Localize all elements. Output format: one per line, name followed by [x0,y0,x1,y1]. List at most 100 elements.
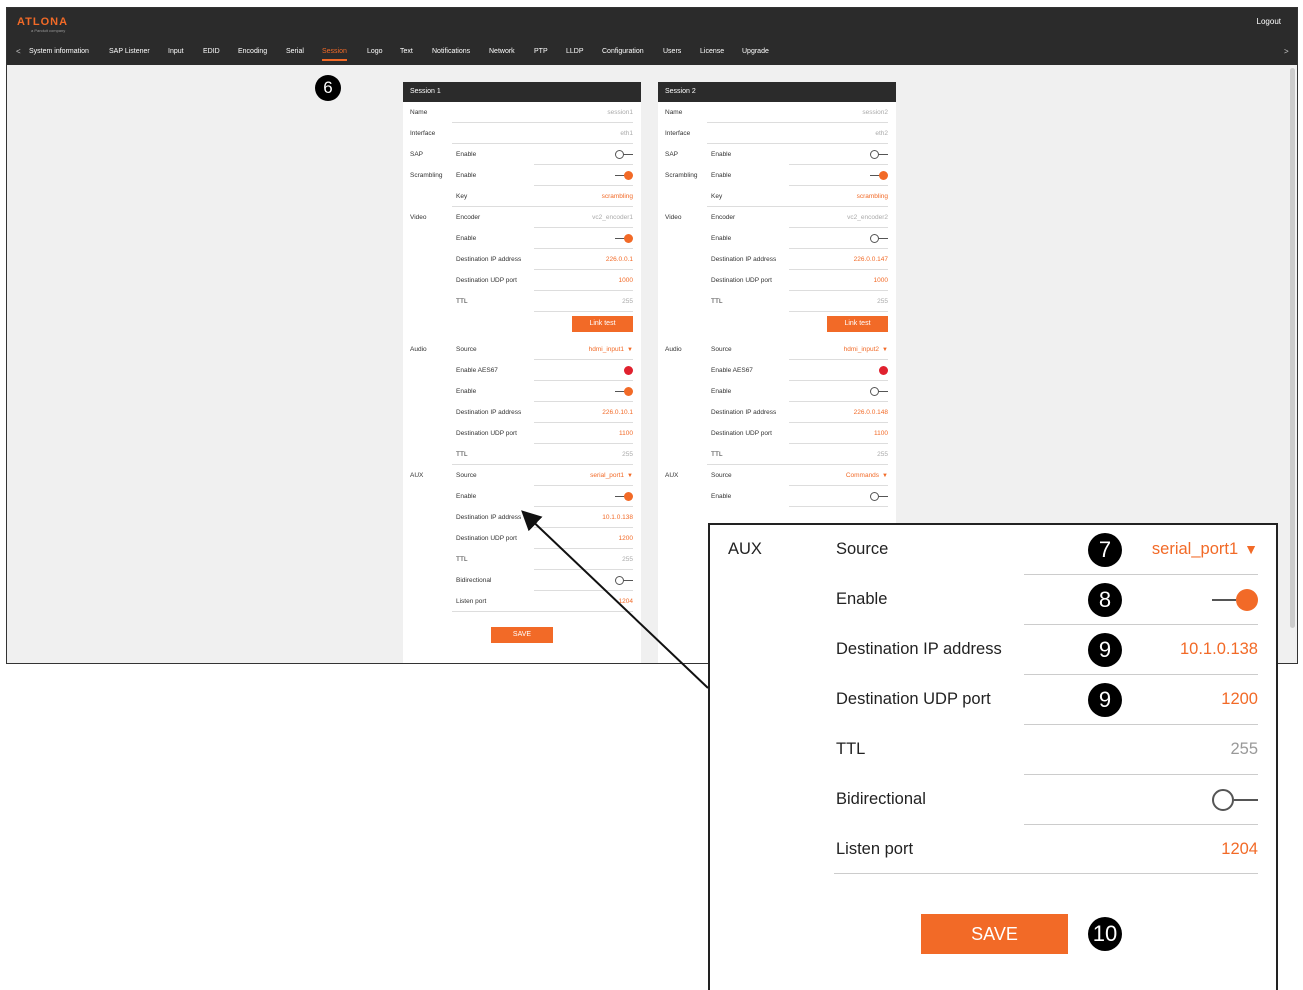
scrollbar[interactable] [1290,68,1295,628]
s2-audio-source-dropdown[interactable]: hdmi_input2 ▼ [844,346,888,353]
zoom-enable-toggle[interactable] [1212,589,1258,611]
video-label: Video [665,214,682,221]
s1-aux-ip-value[interactable]: 10.1.0.138 [602,514,633,521]
zoom-ttl-value[interactable]: 255 [1230,740,1258,759]
zoom-source-dropdown[interactable]: serial_port1 ▼ [1152,540,1258,559]
s2-encoder-value[interactable]: vc2_encoder2 [847,214,888,221]
tab-system-information[interactable]: System information [29,48,89,55]
tab-ptp[interactable]: PTP [534,48,548,55]
tab-session[interactable]: Session [322,48,347,61]
s2-audio-udp-value[interactable]: 1100 [874,430,888,437]
s2-audio-ttl-value[interactable]: 255 [877,451,888,458]
s2-interface-value[interactable]: eth2 [875,130,888,137]
encoder-label: Encoder [456,214,481,221]
s1-video-udp-value[interactable]: 1000 [619,277,633,284]
callout-10: 10 [1088,917,1122,951]
tab-users[interactable]: Users [663,48,681,55]
atlona-logo: ATLONA a Panduit company [17,16,68,33]
s1-audio-ip-value[interactable]: 226.0.10.1 [602,409,633,416]
s2-name-value[interactable]: session2 [862,109,888,116]
aux-ip-label: Destination IP address [456,514,522,521]
zoom-bidirectional-toggle[interactable] [1212,789,1258,811]
zoom-ip-value[interactable]: 10.1.0.138 [1180,640,1258,659]
s1-audio-ttl-value[interactable]: 255 [622,451,633,458]
s1-bidirectional-toggle[interactable] [615,576,633,585]
nav-prev-arrow[interactable]: < [16,47,21,56]
s2-scrambling-toggle[interactable] [870,171,888,180]
s2-video-toggle[interactable] [870,234,888,243]
s1-sap-toggle[interactable] [615,150,633,159]
main-nav: < System information SAP Listener Input … [7,45,1297,65]
interface-label: Interface [410,130,436,137]
tab-sap-listener[interactable]: SAP Listener [109,48,150,55]
s2-audio-toggle[interactable] [870,387,888,396]
s1-aux-source-dropdown[interactable]: serial_port1 ▼ [590,472,633,479]
s1-listen-value[interactable]: 1204 [619,598,633,605]
s2-video-ttl-value[interactable]: 255 [877,298,888,305]
s1-link-test-button[interactable]: Link test [572,316,633,332]
scrambling-enable-label: Enable [456,172,477,179]
tab-logo[interactable]: Logo [367,48,383,55]
tab-license[interactable]: License [700,48,724,55]
logout-link[interactable]: Logout [1257,17,1281,26]
aux-source-label: Source [711,472,732,479]
tab-serial[interactable]: Serial [286,48,304,55]
tab-text[interactable]: Text [400,48,413,55]
s1-name-value[interactable]: session1 [607,109,633,116]
aux-udp-label: Destination UDP port [456,535,517,542]
s1-video-ttl-row: TTL 255 [403,291,641,312]
s1-aes67-row: Enable AES67 [403,360,641,381]
tab-notifications[interactable]: Notifications [432,48,470,55]
s1-aes67-indicator[interactable] [624,366,633,375]
zoom-enable-row: Enable 8 [710,575,1276,625]
s2-link-test-button[interactable]: Link test [827,316,888,332]
zoom-listen-label: Listen port [836,840,914,858]
zoom-udp-row: Destination UDP port 9 1200 [710,675,1276,725]
s2-key-value[interactable]: scrambling [857,193,888,200]
s1-aux-udp-value[interactable]: 1200 [619,535,633,542]
s1-video-ip-value[interactable]: 226.0.0.1 [606,256,633,263]
s1-aux-enable-row: Enable [403,486,641,507]
tab-lldp[interactable]: LLDP [566,48,584,55]
s2-audio-ip-row: Destination IP address 226.0.0.148 [658,402,896,423]
s1-video-ttl-value[interactable]: 255 [622,298,633,305]
tab-encoding[interactable]: Encoding [238,48,267,55]
tab-input[interactable]: Input [168,48,184,55]
s2-video-udp-value[interactable]: 1000 [874,277,888,284]
s1-encoder-value[interactable]: vc2_encoder1 [592,214,633,221]
s1-video-enable-row: Enable [403,228,641,249]
s2-audio-ip-value[interactable]: 226.0.0.148 [854,409,888,416]
s1-aux-toggle[interactable] [615,492,633,501]
s2-sap-toggle[interactable] [870,150,888,159]
s1-save-button[interactable]: SAVE [491,627,553,643]
s1-audio-source-dropdown[interactable]: hdmi_input1 ▼ [589,346,633,353]
s2-aux-source-dropdown[interactable]: Commands ▼ [846,472,888,479]
aux-enable-label: Enable [711,493,732,500]
tab-upgrade[interactable]: Upgrade [742,48,769,55]
s1-aux-ttl-value[interactable]: 255 [622,556,633,563]
s1-video-toggle[interactable] [615,234,633,243]
s1-interface-value[interactable]: eth1 [620,130,633,137]
tab-edid[interactable]: EDID [203,48,220,55]
s1-audio-toggle[interactable] [615,387,633,396]
video-ttl-label: TTL [711,298,723,305]
zoom-listen-value[interactable]: 1204 [1221,840,1258,859]
s1-key-value[interactable]: scrambling [602,193,633,200]
s2-aux-source-row: AUX Source Commands ▼ [658,465,896,486]
tab-network[interactable]: Network [489,48,515,55]
zoom-udp-value[interactable]: 1200 [1221,690,1258,709]
tab-configuration[interactable]: Configuration [602,48,644,55]
audio-udp-label: Destination UDP port [711,430,772,437]
s2-name-row: Name session2 [658,102,896,123]
s2-aes67-indicator[interactable] [879,366,888,375]
zoom-source-row: AUX Source 7 serial_port1 ▼ [710,525,1276,575]
video-enable-label: Enable [456,235,477,242]
s2-video-ip-value[interactable]: 226.0.0.147 [854,256,888,263]
zoom-save-button[interactable]: SAVE [921,914,1068,954]
s1-scrambling-toggle[interactable] [615,171,633,180]
sap-label: SAP [410,151,424,158]
s2-audio-source-row: Audio Source hdmi_input2 ▼ [658,339,896,360]
nav-next-arrow[interactable]: > [1284,47,1289,56]
s1-audio-udp-value[interactable]: 1100 [619,430,633,437]
s2-aux-toggle[interactable] [870,492,888,501]
